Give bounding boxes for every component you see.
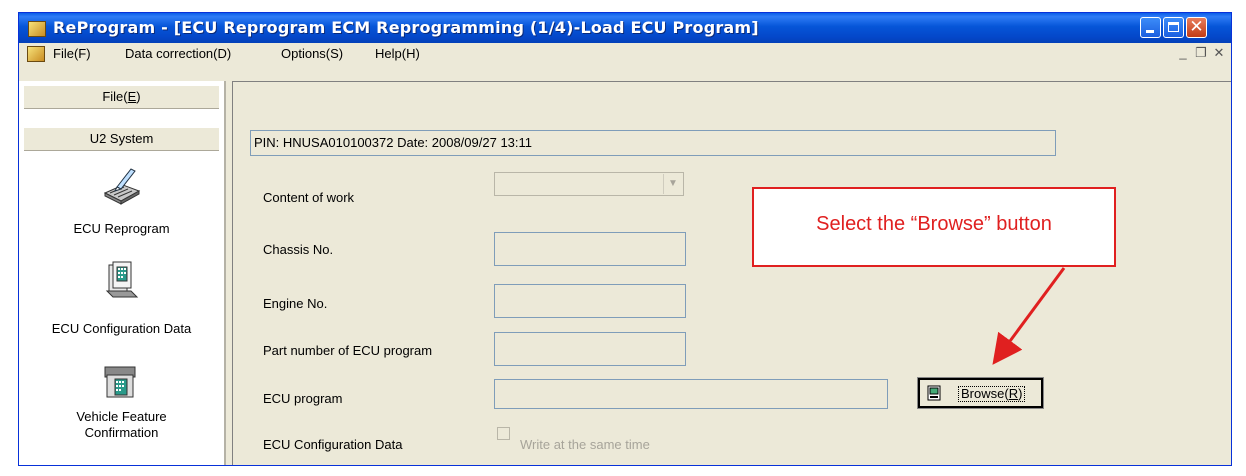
ecu-reprogram-icon: [103, 168, 141, 205]
sidebar-item-label-line2: Confirmation: [84, 425, 159, 440]
menu-help[interactable]: Help(H): [375, 46, 420, 61]
sidebar-header-system[interactable]: U2 System: [24, 127, 219, 151]
annotation-text: Select the “Browse” button: [816, 213, 1052, 235]
mdi-close-icon[interactable]: ✕: [1211, 45, 1227, 61]
ecu-configuration-data-icon: [105, 261, 139, 298]
menu-file[interactable]: File(F): [53, 46, 91, 61]
menu-bar: File(F) Data correction(D) Options(S) He…: [19, 43, 1231, 65]
chassis-no-label: Chassis No.: [263, 242, 334, 257]
sidebar-item-vehicle-feature[interactable]: Vehicle Feature Confirmation: [19, 363, 224, 463]
content-of-work-select[interactable]: ▼: [494, 172, 684, 196]
sidebar-item-ecu-reprogram[interactable]: ECU Reprogram: [19, 165, 224, 245]
minimize-button[interactable]: [1140, 17, 1161, 38]
part-number-label: Part number of ECU program: [263, 343, 433, 358]
chassis-no-field[interactable]: [494, 232, 686, 266]
write-same-time-label: Write at the same time: [520, 437, 650, 452]
engine-no-label: Engine No.: [263, 296, 328, 311]
sidebar-item-label: ECU Reprogram: [73, 221, 170, 236]
main-panel: PIN: HNUSA010100372 Date: 2008/09/27 13:…: [232, 81, 1231, 465]
browse-button[interactable]: Browse(R): [917, 377, 1044, 409]
menu-options[interactable]: Options(S): [281, 46, 343, 61]
ecu-program-field[interactable]: [494, 379, 888, 409]
content-of-work-label: Content of work: [263, 190, 355, 205]
title-bar[interactable]: ReProgram - [ECU Reprogram ECM Reprogram…: [19, 13, 1231, 43]
menu-data-correction[interactable]: Data correction(D): [125, 46, 231, 61]
maximize-icon: [1168, 22, 1179, 32]
browse-button-label: Browse(R): [958, 386, 1026, 402]
engine-no-field[interactable]: [494, 284, 686, 318]
close-button[interactable]: ✕: [1186, 17, 1207, 38]
sidebar-item-ecu-configuration-data[interactable]: ECU Configuration Data: [19, 259, 224, 341]
minimize-icon: [1146, 30, 1154, 33]
ecu-program-label: ECU program: [263, 391, 343, 406]
sidebar: File(E) U2 System ECU Reprogram ECU Conf…: [19, 81, 226, 465]
chevron-down-icon[interactable]: ▼: [663, 174, 682, 194]
maximize-button[interactable]: [1163, 17, 1184, 38]
browse-icon: [927, 385, 941, 401]
document-icon[interactable]: [27, 46, 45, 62]
part-number-field[interactable]: [494, 332, 686, 366]
sidebar-item-label: ECU Configuration Data: [51, 321, 192, 336]
app-icon: [28, 21, 46, 37]
mdi-restore-icon[interactable]: ❐: [1193, 45, 1209, 61]
mdi-minimize-icon[interactable]: _: [1175, 45, 1191, 61]
close-icon: ✕: [1189, 17, 1204, 37]
pin-info-box: PIN: HNUSA010100372 Date: 2008/09/27 13:…: [250, 130, 1056, 156]
sidebar-item-label-line1: Vehicle Feature: [76, 409, 167, 424]
ecu-config-label: ECU Configuration Data: [263, 437, 403, 452]
window-title: ReProgram - [ECU Reprogram ECM Reprogram…: [53, 18, 759, 37]
vehicle-feature-icon: [104, 366, 136, 398]
write-same-time-checkbox[interactable]: [497, 427, 510, 440]
sidebar-header-file[interactable]: File(E): [24, 85, 219, 109]
annotation-callout: Select the “Browse” button: [752, 187, 1116, 267]
